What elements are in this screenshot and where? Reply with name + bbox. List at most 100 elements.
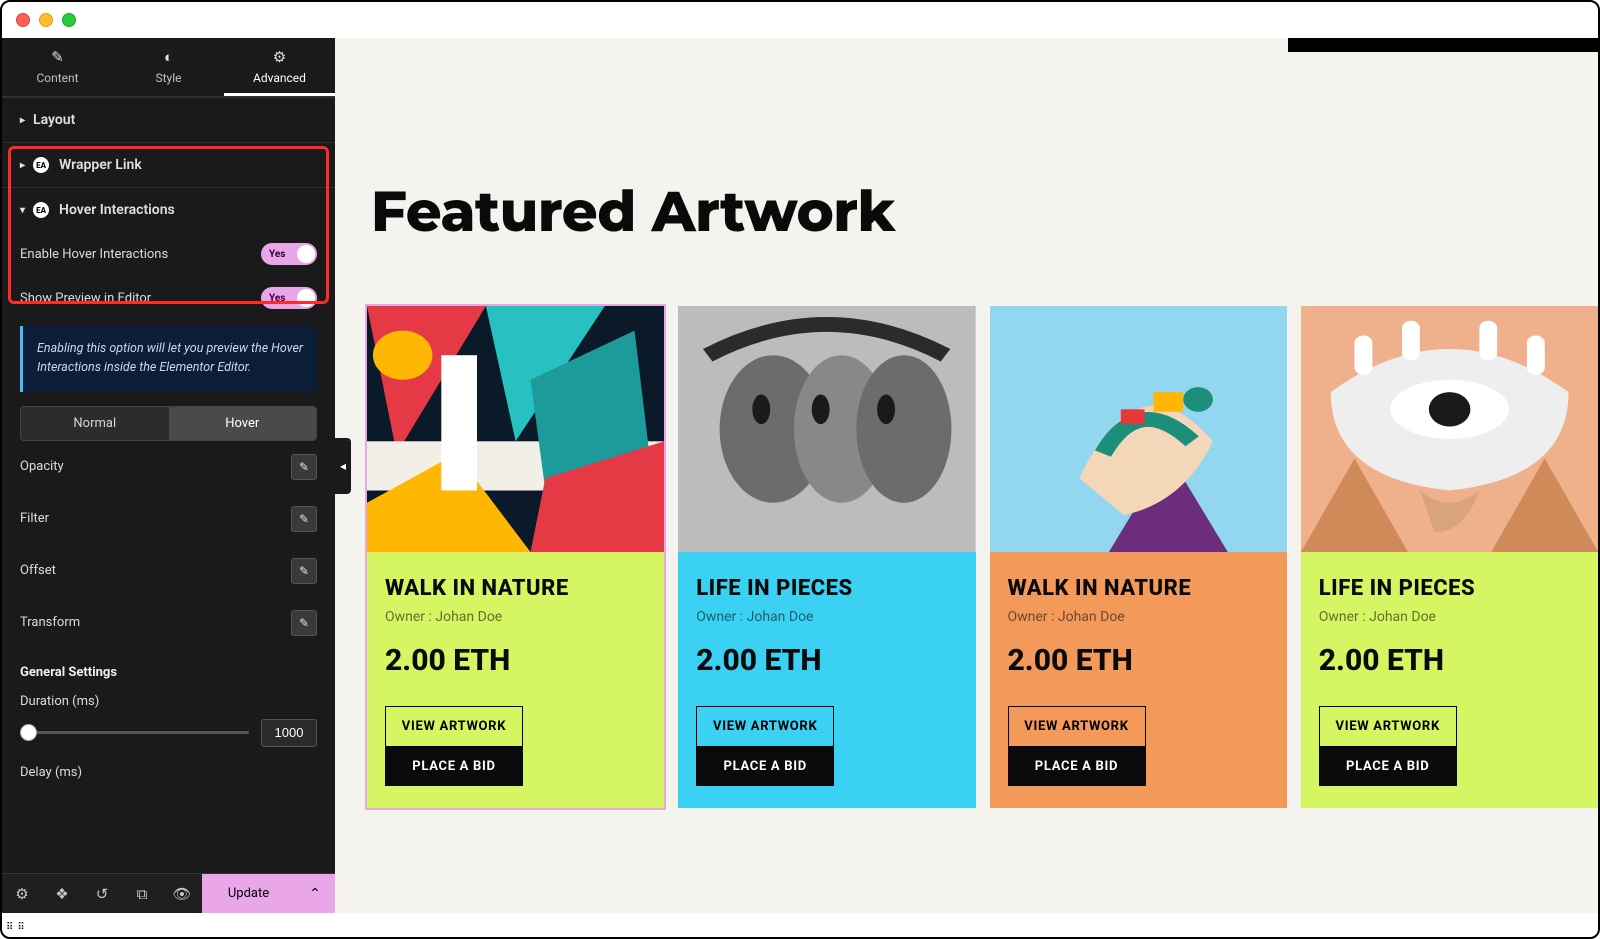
pencil-icon: ✎ [2, 48, 113, 66]
card-grid: WALK IN NATURE Owner : Johan Doe 2.00 ET… [335, 246, 1598, 808]
editor-canvas[interactable]: Featured Artwork [335, 38, 1598, 913]
chevron-right-icon: ▸ [20, 115, 25, 126]
section-wrapper-link[interactable]: ▸ EA Wrapper Link [2, 143, 335, 187]
artwork-owner: Owner : Johan Doe [1008, 609, 1269, 625]
panel-body: ▸ Layout ▸ EA Wrapper Link ▾ EA Hove [2, 97, 335, 913]
chevron-up-icon: ⌃ [309, 886, 321, 902]
section-layout[interactable]: ▸ Layout [2, 98, 335, 142]
history-icon: ↺ [96, 885, 109, 903]
view-artwork-button[interactable]: VIEW ARTWORK [385, 706, 523, 747]
eye-icon: 👁 [172, 885, 191, 903]
artwork-owner: Owner : Johan Doe [1319, 609, 1580, 625]
edit-offset-button[interactable]: ✎ [291, 558, 317, 584]
artwork-image [990, 306, 1287, 552]
edit-opacity-button[interactable]: ✎ [291, 454, 317, 480]
devices-icon: ⧉ [137, 885, 148, 903]
page-title: Featured Artwork [335, 38, 1598, 246]
prop-opacity-label: Opacity [20, 459, 64, 474]
artwork-price: 2.00 ETH [1008, 643, 1269, 678]
place-bid-button[interactable]: PLACE A BID [385, 747, 523, 786]
place-bid-button[interactable]: PLACE A BID [696, 747, 834, 786]
chevron-left-icon: ◂ [340, 459, 346, 473]
responsive-button[interactable]: ⧉ [122, 874, 162, 913]
ea-badge-icon: EA [33, 202, 49, 218]
place-bid-button[interactable]: PLACE A BID [1008, 747, 1146, 786]
section-hover-interactions[interactable]: ▾ EA Hover Interactions [2, 188, 335, 232]
toggle-value: Yes [269, 249, 285, 260]
settings-button[interactable]: ⚙ [2, 874, 42, 913]
artwork-image [1301, 306, 1598, 552]
navigator-button[interactable]: ❖ [42, 874, 82, 913]
artwork-title: WALK IN NATURE [385, 576, 646, 601]
toggle-value: Yes [269, 293, 285, 304]
history-button[interactable]: ↺ [82, 874, 122, 913]
state-segmented-control: Normal Hover [20, 406, 317, 441]
gear-icon: ⚙ [224, 48, 335, 66]
sidebar-bottom-bar: ⚙ ❖ ↺ ⧉ 👁 Update ⌃ [2, 873, 335, 913]
window-titlebar [2, 2, 1598, 38]
tab-advanced[interactable]: ⚙ Advanced [224, 38, 335, 96]
toggle-knob [297, 245, 315, 263]
pencil-icon: ✎ [299, 616, 309, 630]
section-layout-label: Layout [33, 112, 75, 128]
editor-tabs: ✎ Content ◐ Style ⚙ Advanced [2, 38, 335, 97]
show-preview-label: Show Preview in Editor [20, 291, 151, 306]
artwork-card[interactable]: LIFE IN PIECES Owner : Johan Doe 2.00 ET… [678, 306, 975, 808]
contrast-icon: ◐ [113, 48, 224, 66]
chevron-down-icon: ▾ [20, 205, 25, 216]
show-preview-toggle[interactable]: Yes [261, 287, 317, 309]
artwork-card[interactable]: WALK IN NATURE Owner : Johan Doe 2.00 ET… [367, 306, 664, 808]
decorative-top-band [1288, 38, 1598, 52]
toggle-knob [297, 289, 315, 307]
slider-thumb[interactable] [20, 724, 37, 741]
artwork-price: 2.00 ETH [696, 643, 957, 678]
tab-advanced-label: Advanced [253, 71, 306, 85]
state-hover[interactable]: Hover [169, 407, 317, 440]
artwork-card[interactable]: LIFE IN PIECES Owner : Johan Doe 2.00 ET… [1301, 306, 1598, 808]
pencil-icon: ✎ [299, 512, 309, 526]
editor-sidebar: ✎ Content ◐ Style ⚙ Advanced ▸ Layout [2, 38, 335, 913]
collapse-sidebar-handle[interactable]: ◂ [335, 438, 351, 494]
resize-grip[interactable]: ⠿⠿ [6, 923, 29, 933]
prop-filter-label: Filter [20, 511, 49, 526]
view-artwork-button[interactable]: VIEW ARTWORK [1319, 706, 1457, 747]
section-wrapper-link-label: Wrapper Link [59, 157, 142, 173]
view-artwork-button[interactable]: VIEW ARTWORK [696, 706, 834, 747]
duration-slider[interactable] [20, 731, 249, 734]
ea-badge-icon: EA [33, 157, 49, 173]
tab-style[interactable]: ◐ Style [113, 38, 224, 96]
artwork-price: 2.00 ETH [1319, 643, 1580, 678]
layers-icon: ❖ [55, 885, 68, 903]
gear-icon: ⚙ [15, 885, 28, 903]
update-button[interactable]: Update [202, 874, 295, 913]
artwork-owner: Owner : Johan Doe [385, 609, 646, 625]
general-settings-header: General Settings [20, 649, 317, 688]
artwork-card[interactable]: WALK IN NATURE Owner : Johan Doe 2.00 ET… [990, 306, 1287, 808]
artwork-image [367, 306, 664, 552]
prop-offset-label: Offset [20, 563, 56, 578]
edit-transform-button[interactable]: ✎ [291, 610, 317, 636]
prop-transform-label: Transform [20, 615, 80, 630]
pencil-icon: ✎ [299, 460, 309, 474]
preview-button[interactable]: 👁 [162, 874, 202, 913]
update-options-button[interactable]: ⌃ [295, 874, 335, 913]
artwork-price: 2.00 ETH [385, 643, 646, 678]
edit-filter-button[interactable]: ✎ [291, 506, 317, 532]
maximize-traffic-light[interactable] [62, 13, 76, 27]
state-normal[interactable]: Normal [21, 407, 169, 440]
tab-content[interactable]: ✎ Content [2, 38, 113, 96]
artwork-title: LIFE IN PIECES [696, 576, 957, 601]
enable-hover-toggle[interactable]: Yes [261, 243, 317, 265]
section-hover-interactions-label: Hover Interactions [59, 202, 175, 218]
pencil-icon: ✎ [299, 564, 309, 578]
artwork-owner: Owner : Johan Doe [696, 609, 957, 625]
tab-style-label: Style [155, 71, 181, 85]
minimize-traffic-light[interactable] [39, 13, 53, 27]
delay-label: Delay (ms) [20, 759, 317, 780]
close-traffic-light[interactable] [16, 13, 30, 27]
duration-label: Duration (ms) [20, 688, 317, 715]
view-artwork-button[interactable]: VIEW ARTWORK [1008, 706, 1146, 747]
place-bid-button[interactable]: PLACE A BID [1319, 747, 1457, 786]
duration-input[interactable] [261, 719, 317, 747]
artwork-title: WALK IN NATURE [1008, 576, 1269, 601]
